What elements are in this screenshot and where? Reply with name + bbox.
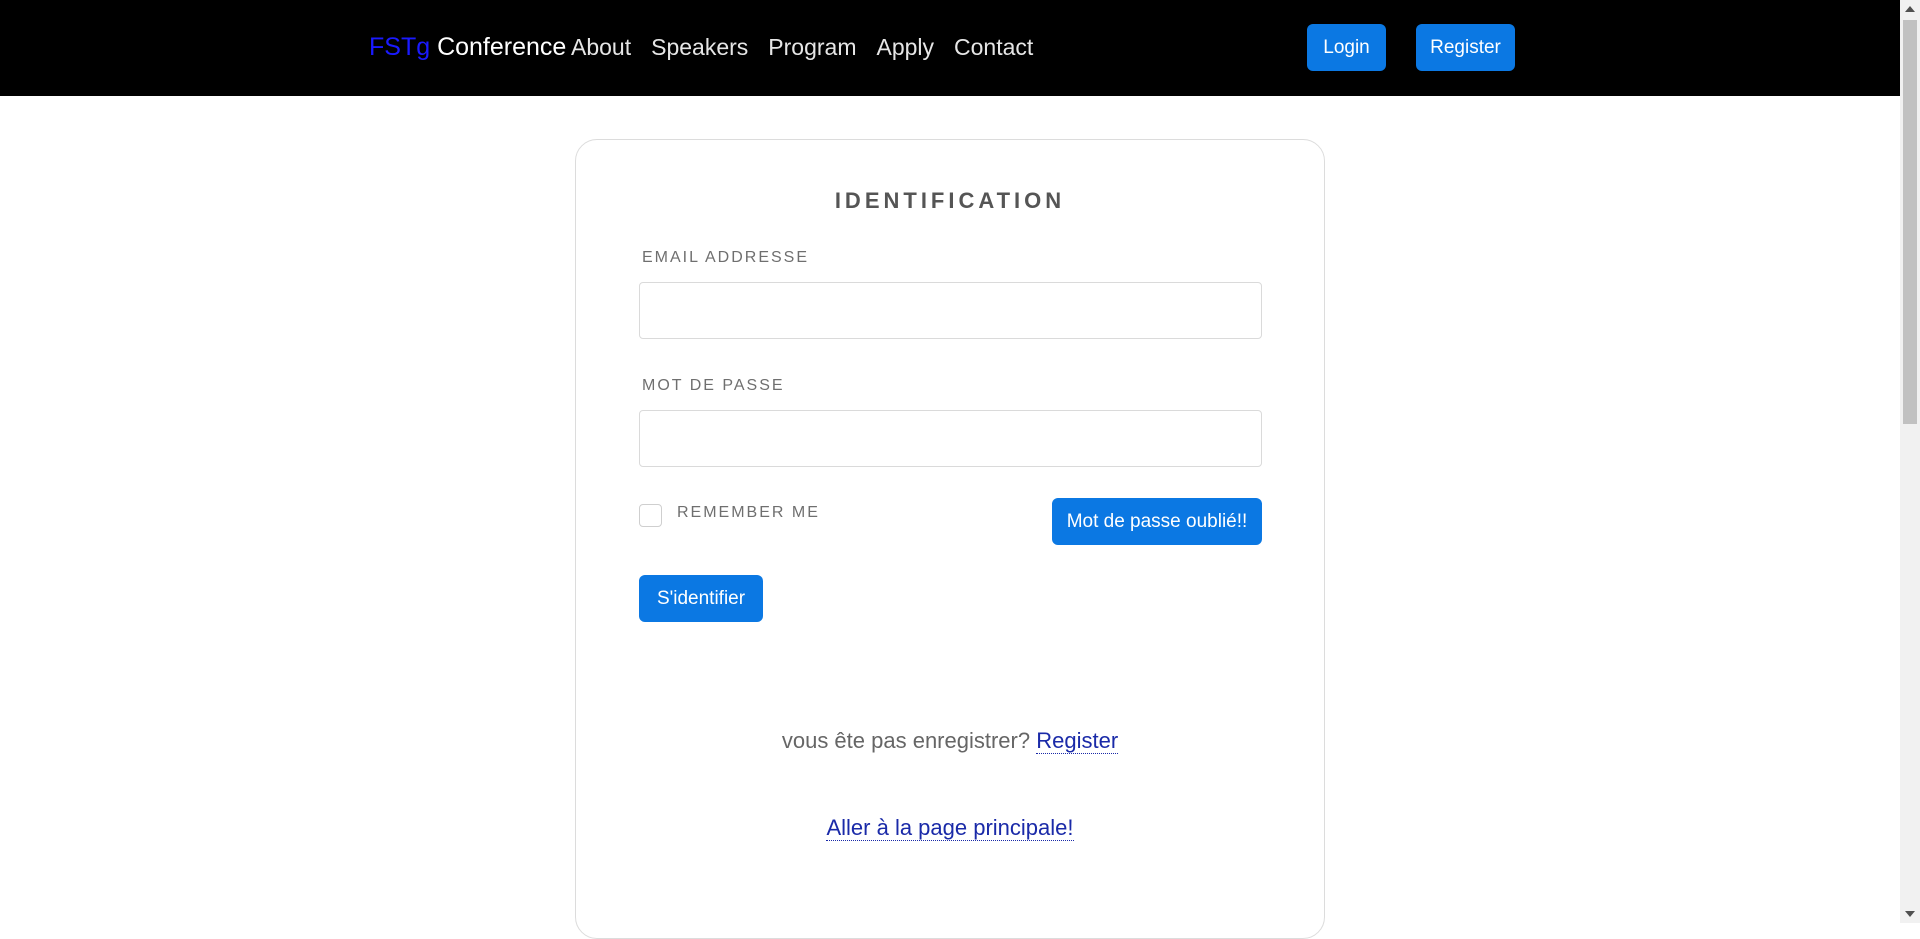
page-scrollbar[interactable] (1900, 0, 1920, 923)
email-input[interactable] (639, 282, 1262, 339)
nav-login-button[interactable]: Login (1307, 24, 1386, 71)
nav-link-apply[interactable]: Apply (876, 30, 934, 64)
login-submit-button[interactable]: S'identifier (639, 575, 763, 622)
remember-me-checkbox[interactable] (639, 504, 662, 527)
home-page-link[interactable]: Aller à la page principale! (826, 815, 1074, 841)
register-prompt-text: vous ête pas enregistrer? (781, 728, 1037, 753)
brand-accent-text: FSTg (369, 33, 431, 61)
password-input[interactable] (639, 410, 1262, 467)
register-prompt: vous ête pas enregistrer? Register (576, 726, 1324, 756)
scroll-up-arrow-icon[interactable] (1900, 0, 1920, 18)
password-label: MOT DE PASSE (642, 377, 785, 394)
remember-me-label: REMEMBER ME (677, 504, 820, 521)
register-link[interactable]: Register (1036, 728, 1119, 754)
scrollbar-thumb[interactable] (1903, 20, 1917, 424)
nav-links: About Speakers Program Apply Contact (571, 30, 1033, 64)
nav-link-contact[interactable]: Contact (954, 30, 1033, 64)
email-label: EMAIL ADDRESSE (642, 249, 810, 266)
top-navbar: FSTg Conference About Speakers Program A… (0, 0, 1900, 96)
login-card: IDENTIFICATION EMAIL ADDRESSE MOT DE PAS… (575, 139, 1325, 939)
nav-link-about[interactable]: About (571, 30, 631, 64)
nav-link-program[interactable]: Program (768, 30, 856, 64)
form-title: IDENTIFICATION (834, 188, 1066, 213)
brand-name-text: Conference (430, 33, 567, 61)
scroll-down-arrow-icon[interactable] (1900, 905, 1920, 923)
home-link-row: Aller à la page principale! (576, 813, 1324, 843)
nav-link-speakers[interactable]: Speakers (651, 30, 748, 64)
brand-logo[interactable]: FSTg Conference (369, 30, 566, 64)
nav-register-button[interactable]: Register (1416, 24, 1515, 71)
forgot-password-button[interactable]: Mot de passe oublié!! (1052, 498, 1262, 545)
